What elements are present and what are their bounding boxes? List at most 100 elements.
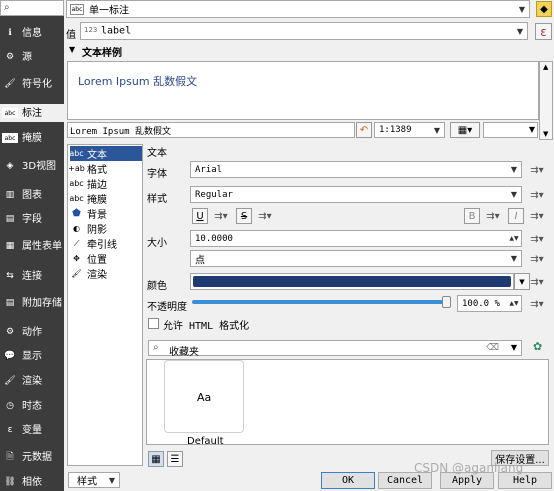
list-view-icon[interactable]: ☰ [167, 451, 183, 467]
favorite-card[interactable]: Aa [164, 360, 244, 433]
opacity-spinbox[interactable]: 100.0 % ▲▼ [457, 295, 522, 312]
nav-item-dependencies[interactable]: ⛓ 相依 [0, 474, 64, 490]
data-defined-override-icon[interactable]: ⇉▾ [528, 208, 546, 224]
spinner-arrows-icon[interactable]: ▲▼ [507, 296, 521, 311]
chevron-down-icon: ▼ [516, 26, 524, 36]
nav-item-fields[interactable]: ▤ 字段 [0, 209, 64, 229]
sample-header: 文本样例 [82, 48, 122, 59]
tree-item-background[interactable]: ⬟ 背景 [70, 206, 140, 221]
opacity-value: 100.0 % [462, 298, 500, 309]
nav-item-label: 动作 [22, 326, 42, 338]
background-color-picker-icon[interactable]: ▦▾ [450, 122, 480, 138]
preview-scrollbar[interactable]: ▲ ▼ [539, 61, 553, 140]
nav-item-3d-view[interactable]: ◈ 3D视图 [0, 153, 64, 179]
color-button[interactable] [190, 273, 514, 290]
html-checkbox[interactable] [148, 318, 159, 329]
underline-button[interactable]: U [192, 208, 208, 224]
nav-item-auxiliary-storage[interactable]: ▤ 附加存储 [0, 290, 64, 316]
data-defined-override-icon[interactable]: ⇉▾ [256, 208, 274, 224]
tree-item-rendering[interactable]: 🖌 渲染 [70, 266, 140, 281]
data-defined-override-icon[interactable]: ⇉▾ [528, 162, 546, 178]
sample-preview: Lorem Ipsum 乱数假文 [67, 61, 539, 120]
nav-item-mask[interactable]: abc 掩膜 [0, 128, 64, 148]
nav-item-info[interactable]: ℹ 信息 [0, 23, 64, 43]
nav-item-source[interactable]: ⚙ 源 [0, 47, 64, 67]
data-defined-override-icon[interactable]: ⇉▾ [528, 187, 546, 203]
value-label: 值 [66, 30, 76, 41]
chevron-down-icon: ▼ [510, 165, 518, 174]
opacity-slider-track[interactable] [192, 300, 450, 304]
single-labels-icon: abc [70, 4, 84, 15]
watermark-text: CSDN @aganliang [414, 461, 524, 475]
data-defined-override-icon[interactable]: ⇉▾ [528, 251, 546, 267]
style-manager-icon[interactable]: ✿ [533, 340, 549, 356]
nav-item-labels[interactable]: abc 标注 [0, 104, 64, 122]
tree-item-placement[interactable]: ✥ 位置 [70, 251, 140, 266]
label-mode-combo[interactable]: abc 单一标注 ▼ [66, 0, 530, 18]
auxiliary-storage-icon: ▤ [5, 298, 15, 308]
tree-item-label: 文本 [87, 150, 107, 161]
chevron-down-icon: ▼ [528, 125, 535, 134]
nav-search-input[interactable]: ⌕ [0, 0, 64, 16]
style-button-label: 样式 [77, 476, 97, 488]
nav-item-joins[interactable]: ⇆ 连接 [0, 266, 64, 286]
nav-item-actions[interactable]: ⚙ 动作 [0, 322, 64, 342]
scale-value: 1:1389 [379, 125, 412, 135]
tree-item-shadow[interactable]: ◐ 阴影 [70, 221, 140, 236]
spinner-arrows-icon[interactable]: ▲▼ [507, 231, 521, 246]
size-value: 10.0000 [195, 233, 233, 244]
nav-item-rendering[interactable]: 🖌 渲染 [0, 371, 64, 391]
scale-combo[interactable]: 1:1389 ▼ [374, 122, 445, 138]
nav-item-symbology[interactable]: 🖌 符号化 [0, 70, 64, 98]
background-color-field[interactable]: ▼ [483, 122, 538, 138]
search-icon: ⌕ [4, 2, 10, 13]
italic-button[interactable]: I [508, 208, 524, 224]
style-manager-icon[interactable]: ◆ [536, 1, 552, 17]
value-field-combo[interactable]: 123 label ▼ [80, 22, 528, 40]
nav-item-label: 显示 [22, 350, 42, 362]
nav-item-label: 源 [22, 51, 32, 63]
tree-item-callouts[interactable]: ⟋ 牵引线 [70, 236, 140, 252]
metadata-icon: 🗎 [6, 452, 14, 462]
display-icon: 💬 [4, 351, 16, 361]
strikethrough-button[interactable]: S [236, 208, 252, 224]
icon-view-icon[interactable]: ▦ [148, 451, 164, 467]
tree-item-label: 掩膜 [87, 195, 107, 206]
size-spinbox[interactable]: 10.0000 ▲▼ [190, 230, 522, 247]
nav-item-attributes-form[interactable]: ▦ 属性表单 [0, 233, 64, 259]
nav-item-variables[interactable]: ε 变量 [0, 420, 64, 440]
unit-combo[interactable]: 点 ▼ [190, 250, 522, 267]
expression-button[interactable]: ε [535, 23, 552, 40]
ok-button[interactable]: OK [321, 472, 375, 489]
color-label: 颜色 [147, 281, 167, 292]
temporal-icon: ◷ [6, 401, 14, 411]
font-value: Arial [195, 164, 223, 175]
nav-item-temporal[interactable]: ◷ 时态 [0, 396, 64, 416]
nav-item-label: 掩膜 [22, 132, 42, 144]
data-defined-override-icon[interactable]: ⇉▾ [484, 208, 502, 224]
style-menu-button[interactable]: 样式 ▼ [68, 472, 120, 488]
collapse-arrow-icon: ▼ [69, 45, 76, 54]
opacity-slider-handle[interactable] [442, 296, 451, 308]
nav-item-diagrams[interactable]: ▥ 图表 [0, 185, 64, 205]
reset-text-icon[interactable]: ↶ [356, 122, 372, 138]
tree-item-buffer[interactable]: abc 描边 [69, 176, 140, 191]
chevron-down-icon[interactable]: ▼ [511, 343, 517, 352]
clear-icon[interactable]: ⌫ [486, 343, 499, 353]
data-defined-override-icon[interactable]: ⇉▾ [528, 296, 546, 312]
style-combo[interactable]: Regular ▼ [190, 186, 522, 203]
data-defined-override-icon[interactable]: ⇉▾ [528, 274, 546, 290]
data-defined-override-icon[interactable]: ⇉▾ [528, 231, 546, 247]
favorites-search-input[interactable]: ⌕ 收藏夹 ⌫ ▼ [148, 340, 522, 358]
sample-text-input[interactable]: Lorem Ipsum 乱数假文 [67, 122, 355, 138]
bold-button[interactable]: B [464, 208, 480, 224]
nav-item-metadata[interactable]: 🗎 元数据 [0, 444, 64, 470]
font-combo[interactable]: Arial ▼ [190, 161, 522, 178]
tree-item-text[interactable]: abc 文本 [69, 146, 142, 161]
nav-item-display[interactable]: 💬 显示 [0, 346, 64, 366]
tree-item-formatting[interactable]: +ab 格式 [68, 161, 140, 176]
unit-value: 点 [195, 255, 205, 266]
tree-item-mask[interactable]: abc 掩膜 [69, 191, 140, 206]
tree-item-label: 位置 [87, 255, 107, 266]
data-defined-override-icon[interactable]: ⇉▾ [212, 208, 230, 224]
